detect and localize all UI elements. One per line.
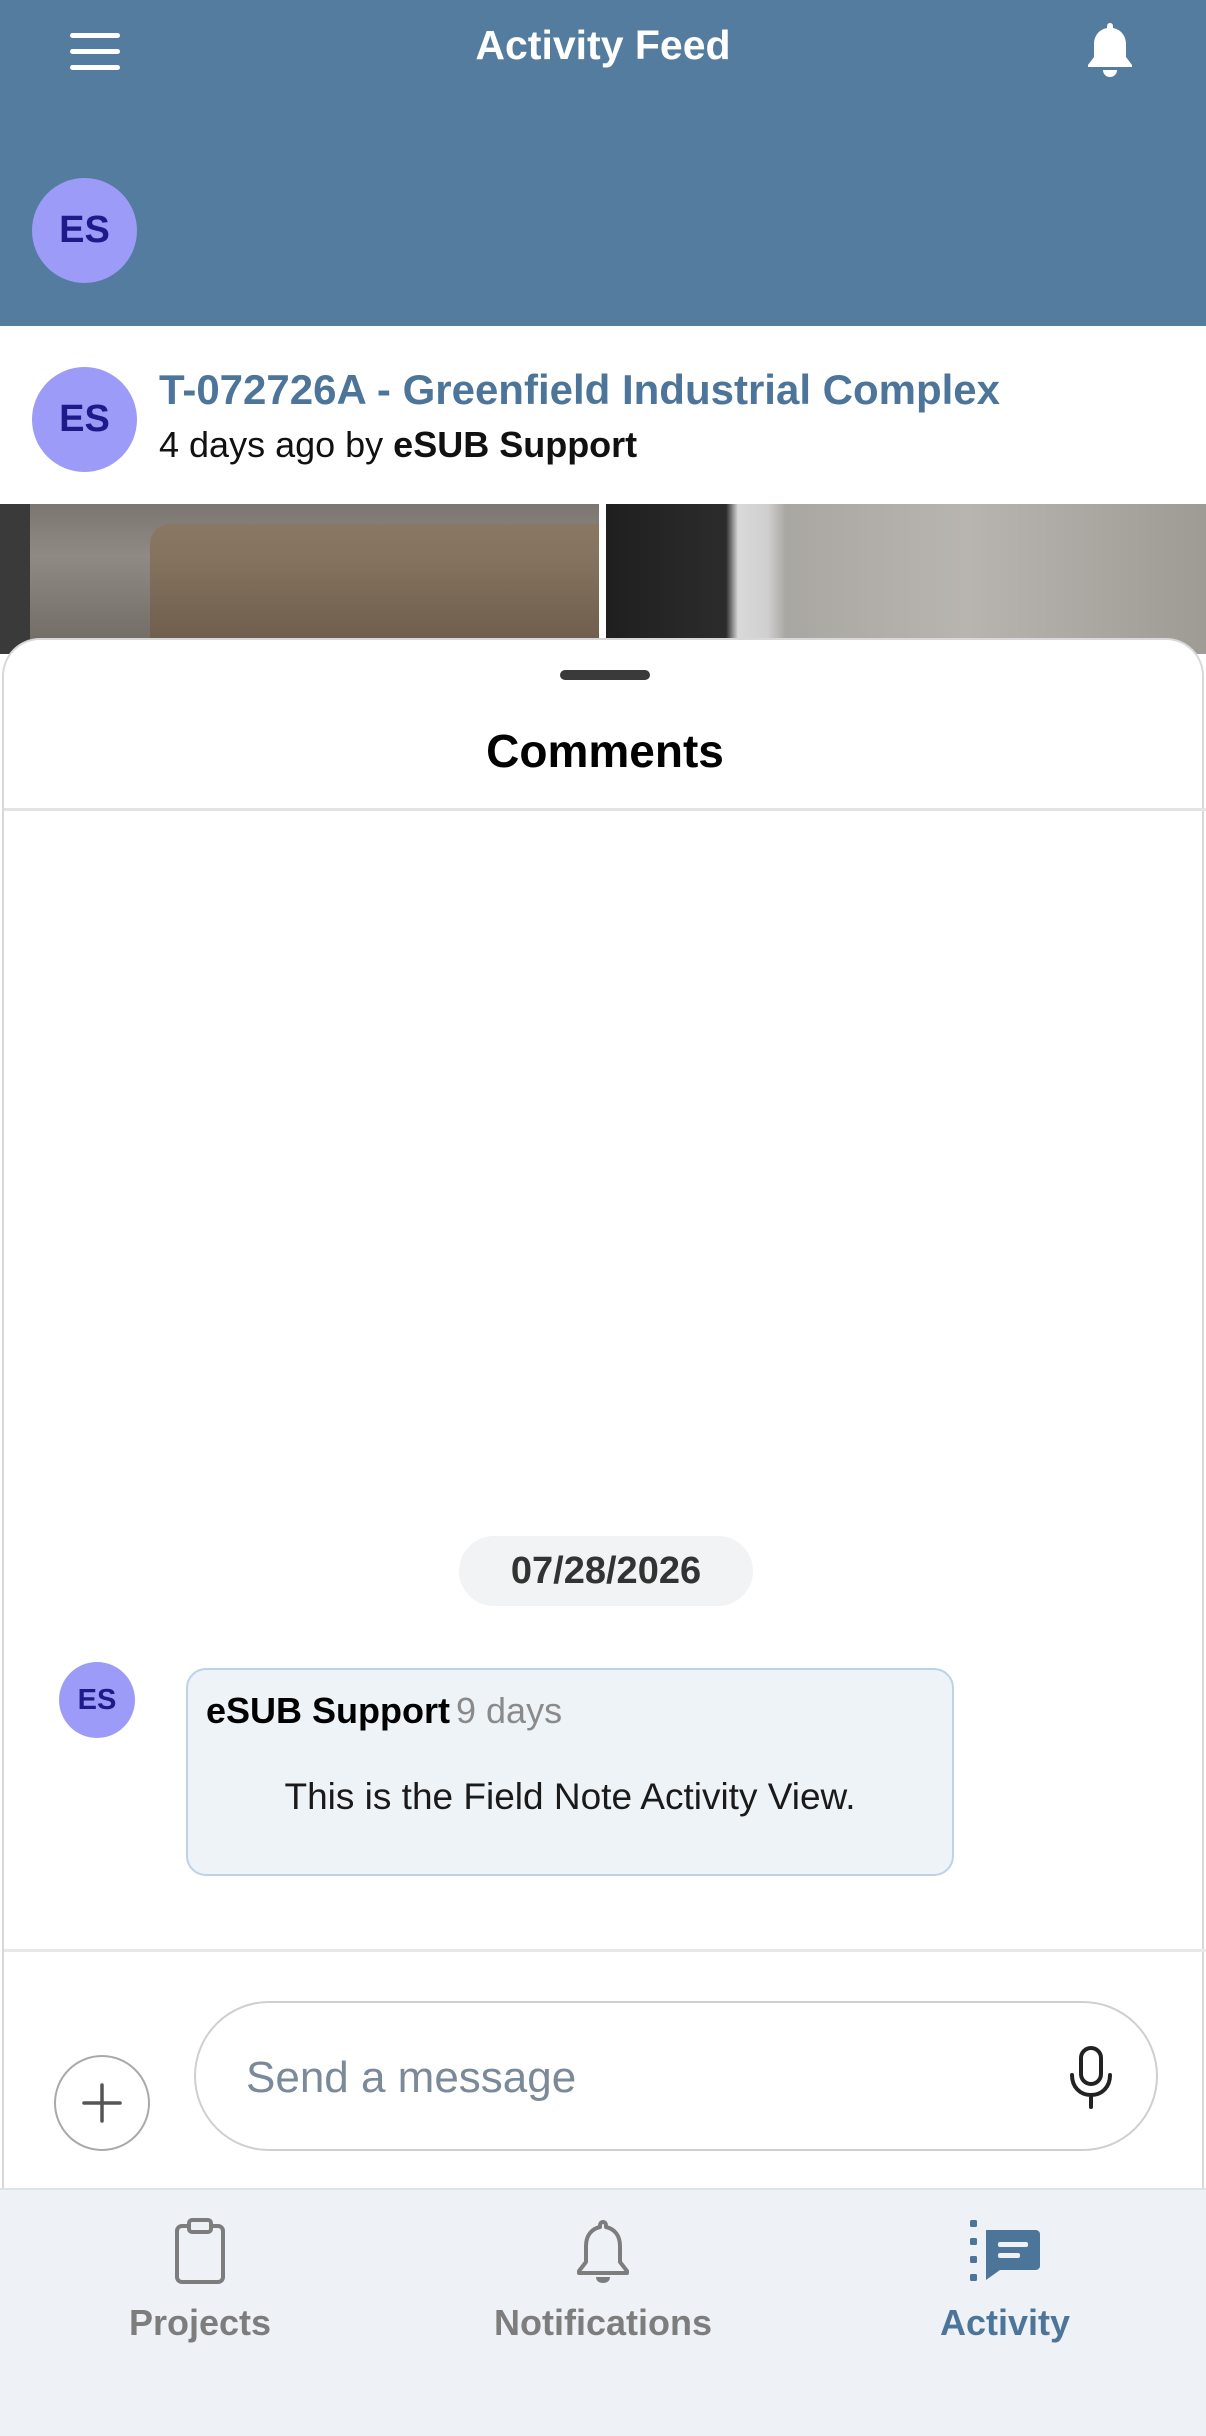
date-chip: 07/28/2026 [459,1536,753,1606]
comment-header: eSUB Support 9 days [206,1690,562,1732]
activity-feed-icon [970,2216,1040,2286]
comment-author: eSUB Support [206,1690,451,1731]
microphone-icon[interactable] [1066,2045,1116,2111]
bell-icon [568,2216,638,2286]
tab-label: Activity [939,2302,1071,2343]
bell-icon[interactable] [1082,19,1138,79]
tab-bar: Projects Notifications Activity [0,2188,1206,2436]
divider [4,808,1206,811]
avatar[interactable]: ES [32,178,137,283]
plus-icon [82,2083,122,2123]
post-photo[interactable] [606,504,1206,654]
comment-text: This is the Field Note Activity View. [284,1776,856,1817]
tab-notifications[interactable]: Notifications [453,2216,753,2346]
avatar: ES [59,1662,135,1738]
comments-sheet: Comments 07/28/2026 ES eSUB Support 9 day… [2,638,1206,2188]
tab-label: Projects [128,2302,272,2343]
post-meta: 4 days ago by eSUB Support [159,424,637,466]
sheet-title: Comments [486,725,724,777]
tab-projects[interactable]: Projects [50,2216,350,2346]
sheet-grabber[interactable] [560,670,650,680]
comment-time: 9 days [456,1690,563,1731]
message-input[interactable] [246,2043,1026,2113]
post-title[interactable]: T-072726A - Greenfield Industrial Comple… [159,366,1000,414]
comment-bubble[interactable]: eSUB Support 9 days This is the Field Not… [186,1668,954,1876]
post-time: 4 days ago by [159,424,384,465]
avatar: ES [32,367,137,472]
tab-activity[interactable]: Activity [855,2216,1155,2346]
app-header: Activity Feed ES [0,0,1206,326]
post-photo[interactable] [0,504,599,654]
page-title: Activity Feed [475,22,731,68]
feed-post[interactable]: ES T-072726A - Greenfield Industrial Com… [0,326,1206,504]
post-author: eSUB Support [393,424,638,465]
divider [4,1949,1206,1952]
post-photos [0,504,1206,654]
add-attachment-button[interactable] [54,2055,150,2151]
tab-label: Notifications [493,2302,712,2343]
message-field[interactable] [194,2001,1158,2151]
clipboard-icon [165,2216,235,2286]
